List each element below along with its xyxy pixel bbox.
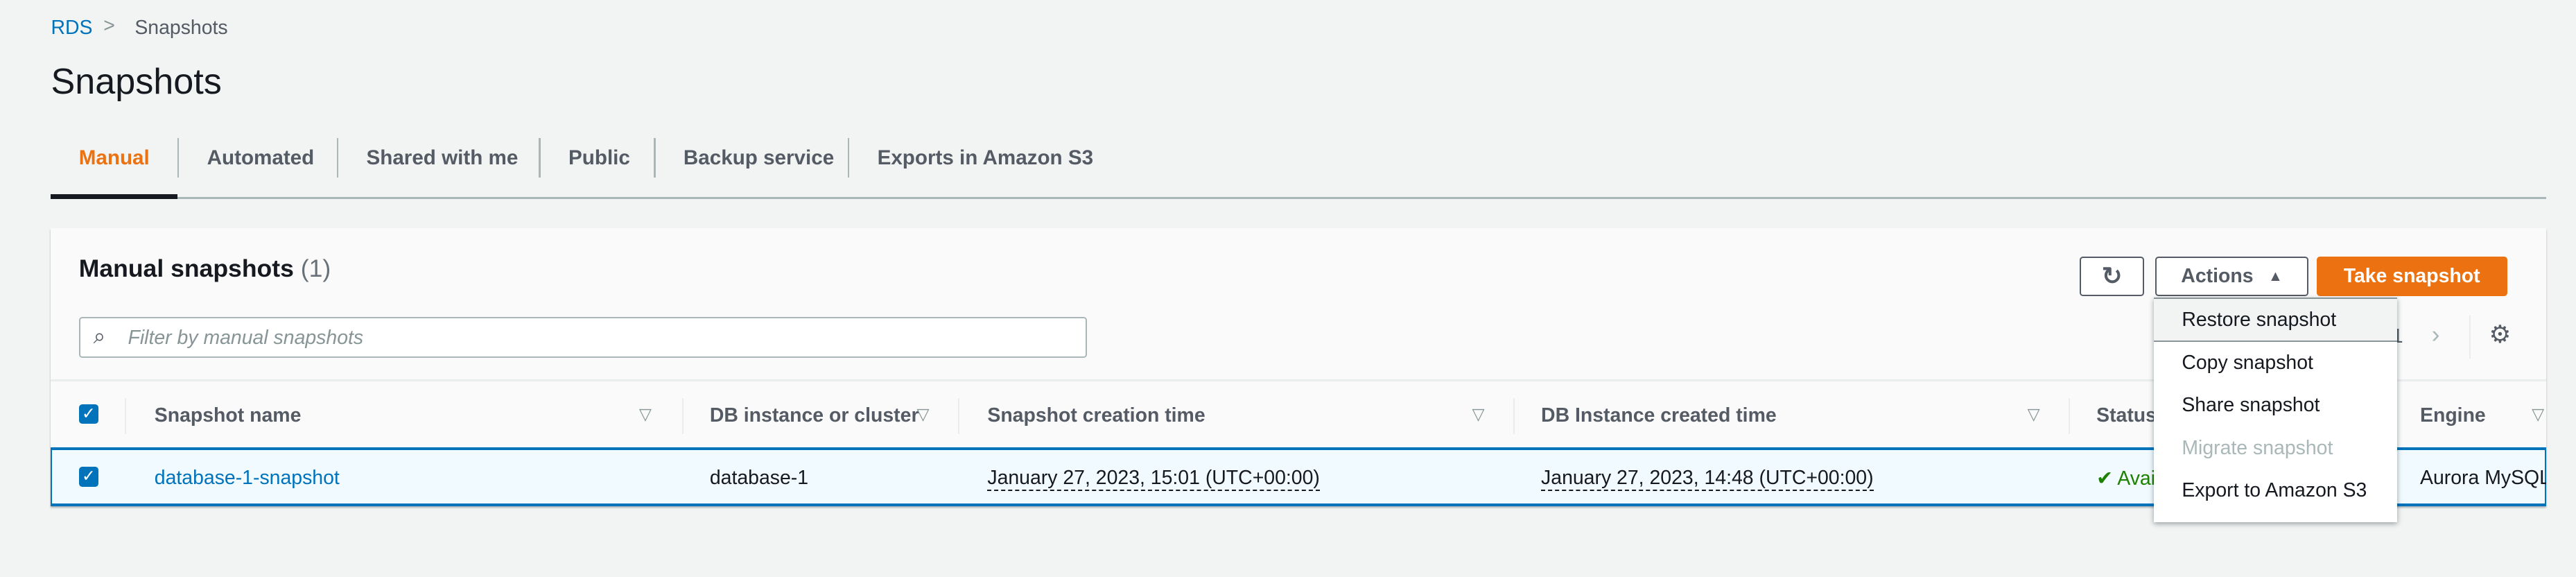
actions-button[interactable]: Actions ▲ [2155,256,2308,296]
next-page-icon[interactable]: › [2432,320,2440,349]
sort-icon[interactable]: ▽ [639,404,652,424]
column-header-engine[interactable]: Engine [2420,404,2486,427]
caret-up-icon: ▲ [2268,267,2283,284]
column-divider [125,397,127,434]
tab-divider [654,138,656,178]
search-placeholder: Filter by manual snapshots [128,327,364,350]
column-header-snapshot-name[interactable]: Snapshot name [155,404,302,427]
sort-icon[interactable]: ▽ [916,404,929,424]
tab-backup-service[interactable]: Backup service [684,146,834,170]
panel-title-text: Manual snapshots [78,255,294,283]
menu-item-copy-snapshot[interactable]: Copy snapshot [2154,342,2397,385]
tab-divider [177,138,180,178]
check-circle-icon: ✔︎ [2096,467,2113,490]
sort-icon[interactable]: ▽ [2028,404,2040,424]
column-header-db-instance[interactable]: DB instance or cluster [710,404,919,427]
tab-divider [336,138,339,178]
column-header-snapshot-creation-time[interactable]: Snapshot creation time [987,404,1205,427]
tab-divider [539,138,541,178]
snapshot-name-link[interactable]: database-1-snapshot [155,467,340,490]
search-input[interactable]: ⌕ Filter by manual snapshots [78,317,1088,358]
sort-icon[interactable]: ▽ [1472,404,1485,424]
search-icon: ⌕ [93,323,105,348]
snapshot-creation-time-cell: January 27, 2023, 15:01 (UTC+00:00) [987,467,1320,492]
tab-exports-s3[interactable]: Exports in Amazon S3 [878,146,1094,170]
breadcrumb-rds[interactable]: RDS [51,17,92,40]
refresh-button[interactable]: ↻ [2080,256,2144,296]
column-divider [1513,397,1515,434]
menu-item-share-snapshot[interactable]: Share snapshot [2154,384,2397,427]
column-divider [2068,397,2071,434]
engine-cell: Aurora MySQL [2420,467,2547,490]
tab-public[interactable]: Public [568,146,630,170]
row-checkbox[interactable]: ✓ [78,467,99,487]
menu-item-migrate-snapshot: Migrate snapshot [2182,436,2333,459]
menu-item-restore-snapshot[interactable]: Restore snapshot [2154,298,2397,342]
active-tab-indicator [51,193,177,199]
tabs-baseline [51,197,2547,199]
refresh-icon: ↻ [2101,261,2123,290]
pagination-divider [2469,316,2471,359]
breadcrumb-separator-icon: > [103,15,115,37]
menu-item-export-s3[interactable]: Export to Amazon S3 [2154,470,2397,513]
snapshot-count: (1) [300,255,331,283]
column-divider [957,397,960,434]
breadcrumb-current: Snapshots [134,16,228,39]
tab-manual[interactable]: Manual [79,146,150,170]
select-all-checkbox[interactable]: ✓ [78,404,99,424]
page-title: Snapshots [51,61,222,102]
rds-snapshots-page: RDS > Snapshots Snapshots Manual Automat… [0,0,2576,577]
column-divider [681,397,684,434]
tab-shared-with-me[interactable]: Shared with me [367,146,519,170]
panel-title: Manual snapshots (1) [79,255,331,283]
column-header-instance-created-time[interactable]: DB Instance created time [1541,404,1777,427]
actions-label: Actions [2181,264,2254,287]
tab-divider [847,138,850,178]
gear-icon[interactable]: ⚙ [2489,320,2512,349]
instance-created-time-cell: January 27, 2023, 14:48 (UTC+00:00) [1541,467,1874,492]
tab-automated[interactable]: Automated [207,146,315,170]
sort-icon[interactable]: ▽ [2532,404,2544,424]
column-header-status[interactable]: Status [2096,404,2157,427]
take-snapshot-button[interactable]: Take snapshot [2316,256,2507,296]
db-instance-cell: database-1 [709,467,809,490]
actions-dropdown-menu: Restore snapshot Copy snapshot Share sna… [2154,297,2397,523]
